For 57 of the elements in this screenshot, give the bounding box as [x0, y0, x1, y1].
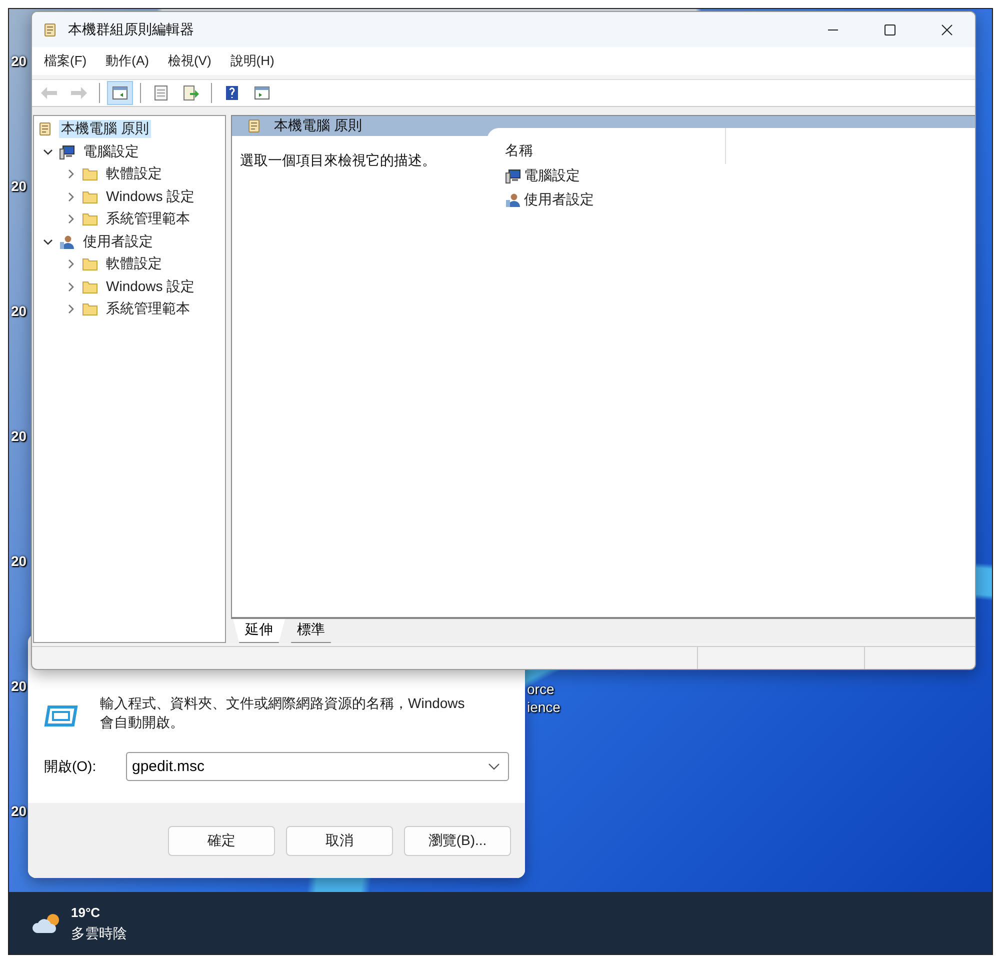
folder-icon: [82, 256, 98, 272]
weather-text[interactable]: 多雲時陰: [71, 923, 127, 943]
dropdown-icon[interactable]: [488, 763, 500, 771]
tree-item[interactable]: Windows 設定: [104, 188, 197, 206]
user-icon: [505, 192, 521, 208]
menu-item[interactable]: 檔案(F): [44, 52, 87, 70]
menu-item[interactable]: 檢視(V): [168, 52, 212, 70]
folder-icon: [82, 188, 98, 205]
window-title: 本機群組原則編輯器: [68, 20, 194, 38]
desktop-icon-label[interactable]: orce: [527, 681, 554, 697]
tree-item[interactable]: 軟體設定: [104, 165, 164, 184]
scroll-icon: [37, 121, 53, 138]
desktop-icon-label[interactable]: ience: [527, 699, 560, 715]
document-arrow-icon[interactable]: [182, 85, 200, 101]
tree-item[interactable]: 本機電腦 原則: [59, 120, 151, 138]
folder-icon: [82, 211, 98, 228]
scroll-icon: [246, 118, 262, 134]
menu-item[interactable]: 動作(A): [106, 52, 149, 70]
tree-item[interactable]: 使用者設定: [81, 232, 155, 251]
list-item[interactable]: 使用者設定: [524, 191, 594, 209]
dialog-button[interactable]: 取消: [286, 826, 393, 856]
folder-icon: [82, 301, 98, 318]
folder-icon: [82, 278, 98, 295]
open-label: 開啟(O):: [44, 758, 98, 776]
run-icon: [44, 704, 78, 728]
computer-icon: [59, 144, 75, 160]
computer-icon: [505, 168, 521, 184]
chevron-icon[interactable]: [43, 146, 53, 157]
menu-item[interactable]: 說明(H): [230, 52, 274, 70]
window-pane-icon[interactable]: [253, 85, 271, 101]
tree-toggle-button[interactable]: [107, 81, 133, 105]
desktop-icon-label[interactable]: 20: [11, 803, 27, 819]
dialog-button[interactable]: 確定: [168, 826, 275, 856]
tree-item[interactable]: 系統管理範本: [104, 300, 192, 318]
tree-item[interactable]: 軟體設定: [104, 255, 164, 274]
column-header[interactable]: 名稱: [505, 142, 533, 158]
maximize-icon[interactable]: [884, 24, 896, 36]
dialog-button[interactable]: 瀏覽(B)...: [404, 826, 511, 856]
pane-header: 本機電腦 原則: [274, 117, 362, 135]
desktop-icon-label[interactable]: 20: [11, 678, 27, 694]
open-combobox[interactable]: gpedit.msc: [126, 752, 509, 781]
chevron-icon[interactable]: [43, 236, 53, 247]
window-pane-icon[interactable]: [111, 85, 129, 101]
user-icon: [59, 234, 75, 250]
view-tab[interactable]: 延伸: [233, 619, 285, 643]
folder-icon: [82, 166, 98, 182]
run-description: 輸入程式、資料夾、文件或網際網路資源的名稱，Windows 會自動開啟。: [100, 694, 466, 732]
help-icon[interactable]: [223, 85, 241, 101]
tree-item[interactable]: 系統管理範本: [104, 210, 192, 228]
list-item[interactable]: 電腦設定: [524, 167, 580, 185]
document-icon[interactable]: [152, 85, 170, 101]
scroll-icon: [42, 22, 58, 38]
temperature[interactable]: 19°C: [71, 903, 127, 923]
tree-item[interactable]: Windows 設定: [104, 278, 197, 296]
close-icon[interactable]: [941, 24, 953, 36]
description-text: 選取一個項目來檢視它的描述。: [239, 151, 437, 170]
tree-item[interactable]: 電腦設定: [81, 142, 141, 161]
